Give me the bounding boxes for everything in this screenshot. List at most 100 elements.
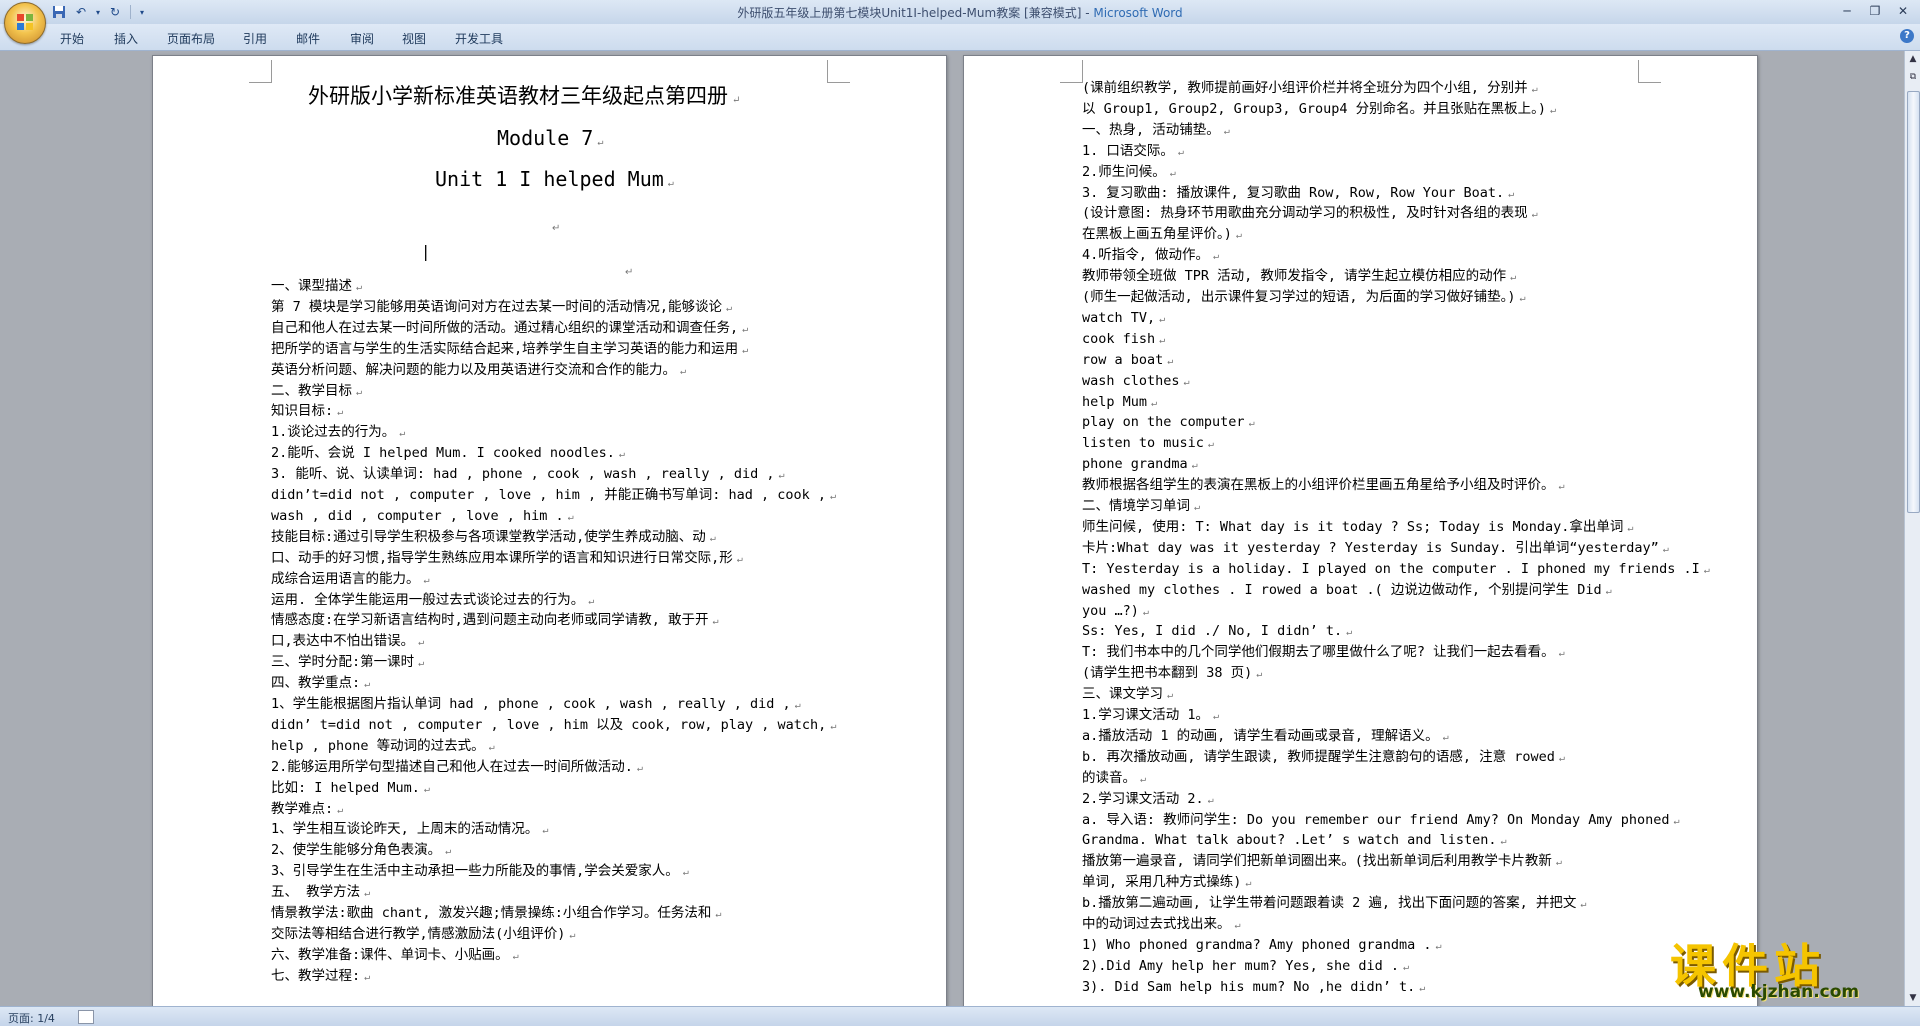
paragraph-text: 自己和他人在过去某一时间所做的活动。通过精心组织的课堂活动和调查任务, (271, 319, 739, 336)
paragraph-mark: ↵ (1435, 940, 1442, 952)
paragraph-mark: ↵ (1159, 313, 1166, 325)
paragraph-text: 情感态度:在学习新语言结构时,遇到问题主动向老师或同学请教, 敢于开 (271, 612, 709, 629)
paragraph-mark: ↵ (1442, 731, 1449, 743)
site-watermark: 课件站 www.kjzhan.com (1668, 930, 1918, 1006)
paragraph-mark: ↵ (1177, 146, 1184, 158)
page-count[interactable]: 页面: 1/4 (8, 1010, 55, 1026)
document-page-1[interactable]: 外研版小学新标准英语教材三年级起点第四册 ↵ Module 7 ↵ Unit 1 I… (152, 55, 947, 1006)
paragraph-mark: ↵ (1223, 125, 1230, 137)
minimize-icon[interactable]: ─ (1834, 2, 1860, 20)
paragraph-text: 知识目标: (271, 403, 334, 420)
paragraph-text: you …?) (1082, 602, 1139, 619)
scroll-thumb[interactable] (1907, 91, 1920, 513)
paragraph-text: 中的动词过去式找出来。 (1082, 916, 1231, 932)
paragraph-line: 3. 复习歌曲: 播放课件, 复习歌曲 Row, Row, Row Your B… (1082, 183, 1642, 205)
vertical-scrollbar[interactable]: ▲ ⧉ ▼ (1904, 51, 1920, 1006)
paragraph-text: play on the computer (1082, 414, 1245, 431)
office-button[interactable] (4, 2, 46, 44)
margin-corner-mark (249, 60, 272, 83)
paragraph-text: help Mum (1082, 393, 1148, 410)
paragraph-text: a. 导入语: 教师问学生: Do you remember our frien… (1082, 811, 1670, 828)
paragraph-text: 3. 复习歌曲: 播放课件, 复习歌曲 Row, Row, Row Your B… (1082, 184, 1505, 201)
paragraph-line: cook fish ↵ (1082, 329, 1642, 351)
restore-icon[interactable]: ❐ (1862, 2, 1888, 20)
paragraph-line: 1、学生相互谈论昨天, 上周末的活动情况。 ↵ (271, 819, 831, 841)
close-icon[interactable]: ✕ (1890, 2, 1916, 20)
status-bar: 页面: 1/4 (0, 1006, 1920, 1026)
paragraph-text: 五、 教学方法 (271, 884, 361, 901)
paragraph-line: 情景教学法:歌曲 chant, 激发兴趣;情景操练:小组合作学习。任务法和 ↵ (271, 903, 831, 925)
paragraph-mark: ↵ (1159, 334, 1166, 346)
paragraph-text: 3. 能听、说、认读单词: had , phone , cook , wash … (271, 466, 775, 483)
paragraph-mark: ↵ (636, 762, 643, 774)
scroll-up-icon[interactable]: ▲ (1905, 51, 1920, 67)
paragraph-mark: ↵ (1235, 230, 1242, 242)
tab-home[interactable]: 开始 (60, 30, 84, 47)
paragraph-line: (课前组织教学, 教师提前画好小组评价栏并将全班分为四个小组, 分别并 ↵ (1082, 78, 1642, 100)
paragraph-line: 一、热身, 活动铺垫。 ↵ (1082, 120, 1642, 142)
paragraph-text: 一、热身, 活动铺垫。 (1082, 121, 1220, 138)
ruler-toggle-icon[interactable]: ⧉ (1905, 69, 1920, 85)
tab-insert[interactable]: 插入 (114, 30, 138, 47)
document-workspace[interactable]: 外研版小学新标准英语教材三年级起点第四册 ↵ Module 7 ↵ Unit 1 I… (0, 51, 1902, 1006)
paragraph-mark: ↵ (682, 867, 689, 879)
paragraph-line: 二、教学目标 ↵ (271, 381, 831, 403)
tab-mailings[interactable]: 邮件 (296, 30, 320, 47)
paragraph-text: listen to music (1082, 435, 1204, 452)
paragraph-mark: ↵ (1256, 669, 1263, 681)
paragraph-mark: ↵ (399, 428, 406, 440)
paragraph-line: 师生问候, 使用: T: What day is it today ? Ss; … (1082, 517, 1642, 539)
tab-developer[interactable]: 开发工具 (455, 30, 503, 47)
paragraph-mark: ↵ (1662, 543, 1669, 555)
paragraph-text: 2.学习课文活动 2. (1082, 790, 1204, 807)
paragraph-mark: ↵ (712, 616, 719, 628)
paragraph-line: 以 Group1, Group2, Group3, Group4 分别命名。并且… (1082, 99, 1642, 121)
paragraph-line: help , phone 等动词的过去式。 ↵ (271, 736, 831, 758)
tab-review[interactable]: 审阅 (350, 30, 374, 47)
paragraph-text: cook fish (1082, 330, 1156, 347)
paragraph-mark: ↵ (1500, 836, 1507, 848)
document-title: 外研版五年级上册第七模块Unit1I-helped-Mum教案 [兼容模式] - (737, 6, 1094, 20)
paragraph-line: 成综合运用语言的能力。 ↵ (271, 569, 831, 591)
paragraph-text: T: 我们书本中的几个同学他们假期去了哪里做什么了呢? 让我们一起去看看。 (1082, 644, 1555, 661)
paragraph-line: 3. 能听、说、认读单词: had , phone , cook , wash … (271, 464, 831, 486)
paragraph-line: 比如: I helped Mum. ↵ (271, 778, 831, 800)
paragraph-mark: ↵ (1673, 815, 1680, 827)
ribbon-tabs: 开始 插入 页面布局 引用 邮件 审阅 视图 开发工具 ? (0, 24, 1920, 51)
paragraph-mark: ↵ (1508, 188, 1515, 200)
paragraph-line: 的读音。 ↵ (1082, 768, 1642, 790)
paragraph-line: row a boat ↵ (1082, 350, 1642, 372)
office-logo-icon (17, 14, 33, 30)
paragraph-mark: ↵ (337, 804, 344, 816)
paragraph-mark: ↵ (1169, 167, 1176, 179)
paragraph-line: 四、教学重点: ↵ (271, 673, 831, 695)
paragraph-text: 口,表达中不怕出错误。 (271, 633, 415, 650)
tab-references[interactable]: 引用 (243, 30, 267, 47)
paragraph-mark: ↵ (418, 658, 425, 670)
tab-view[interactable]: 视图 (402, 30, 426, 47)
paragraph-line: 一、课型描述 ↵ (271, 276, 831, 298)
paragraph-line: wash clothes ↵ (1082, 371, 1642, 393)
paragraph-mark: ↵ (364, 888, 371, 900)
paragraph-mark: ↵ (1245, 878, 1252, 890)
text-cursor: | (423, 242, 429, 261)
tab-page-layout[interactable]: 页面布局 (167, 30, 215, 47)
paragraph-line: 教师根据各组学生的表演在黑板上的小组评价栏里画五角星给予小组及时评价。 ↵ (1082, 475, 1642, 497)
paragraph-text: 四、教学重点: (271, 675, 361, 692)
paragraph-line: 2).Did Amy help her mum? Yes, she did . ↵ (1082, 956, 1642, 978)
margin-corner-mark (827, 60, 850, 83)
paragraph-text: 1) Who phoned grandma? Amy phoned grandm… (1082, 936, 1432, 953)
document-page-2[interactable]: (课前组织教学, 教师提前画好小组评价栏并将全班分为四个小组, 分别并 ↵ 以 Gr… (963, 55, 1758, 1006)
paragraph-mark: ↵ (1234, 920, 1241, 931)
paragraph-mark: ↵ (567, 511, 574, 523)
help-icon[interactable]: ? (1900, 29, 1914, 43)
paragraph-mark: ↵ (1703, 564, 1710, 576)
paragraph-text: 比如: I helped Mum. (271, 779, 420, 796)
paragraph-line: play on the computer ↵ (1082, 412, 1642, 434)
language-icon[interactable] (78, 1010, 94, 1024)
paragraph-text: T: Yesterday is a holiday. I played on t… (1082, 560, 1700, 577)
paragraph-mark: ↵ (709, 532, 716, 544)
paragraph-line: 把所学的语言与学生的生活实际结合起来,培养学生自主学习英语的能力和运用 ↵ (271, 339, 831, 361)
empty-paragraph-mark: ↵ (552, 223, 561, 234)
paragraph-mark: ↵ (830, 491, 837, 502)
